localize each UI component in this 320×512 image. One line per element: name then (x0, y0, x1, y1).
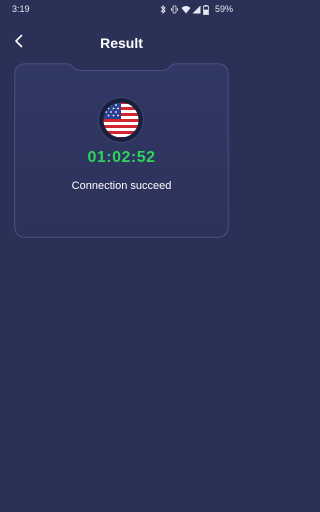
page-title: Result (100, 35, 143, 51)
connection-status-text: Connection succeed (71, 180, 172, 192)
status-icons: 59% (159, 4, 233, 15)
status-time: 3:19 (12, 4, 30, 14)
battery-icon (203, 5, 211, 15)
signal-icon (192, 5, 201, 14)
vibrate-icon (170, 5, 178, 14)
app-bar: Result (0, 28, 243, 58)
status-bar: 3:19 59% (0, 0, 243, 18)
bluetooth-icon (159, 5, 167, 14)
battery-percentage: 59% (214, 4, 233, 14)
us-flag-icon (99, 98, 143, 142)
wifi-icon (181, 5, 191, 14)
connection-duration: 01:02:52 (87, 149, 156, 166)
result-card: 01:02:52 Connection succeed (14, 63, 229, 238)
